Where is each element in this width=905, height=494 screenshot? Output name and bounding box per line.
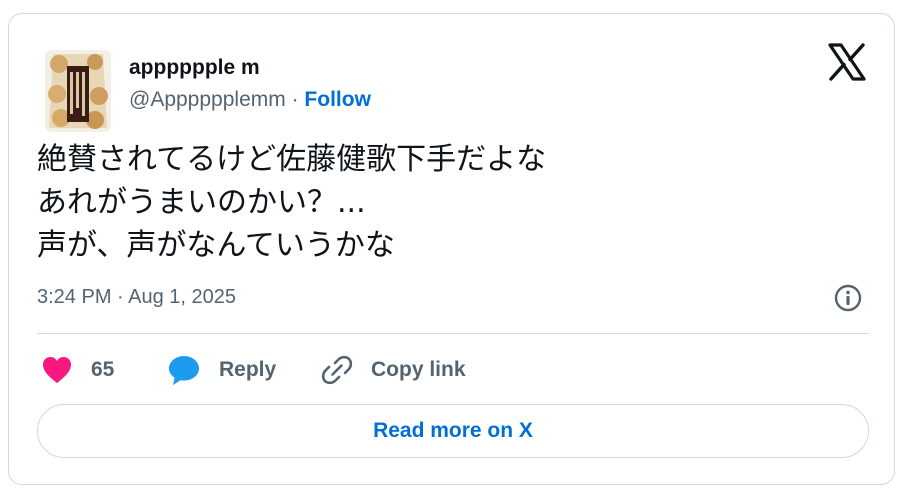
author-handle[interactable]: @Apppppplemm [129, 88, 286, 111]
copy-link-label: Copy link [371, 358, 466, 381]
tweet-text: 絶賛されてるけど佐藤健歌下手だよな あれがうまいのかい？... 声が、声がなんて… [37, 138, 546, 267]
speech-bubble-icon [169, 356, 199, 385]
link-icon [321, 355, 353, 385]
author-handle-row: @Apppppplemm · Follow [129, 88, 371, 112]
avatar-snack-bag-image [45, 50, 111, 132]
tweet-timestamp[interactable]: 3:24 PM · Aug 1, 2025 [37, 286, 236, 309]
author-display-name[interactable]: apppppple m [129, 56, 260, 80]
tweet-text-line: あれがうまいのかい？... [37, 185, 366, 220]
tweet-text-line: 絶賛されてるけど佐藤健歌下手だよな [37, 142, 547, 177]
avatar[interactable] [45, 50, 111, 132]
like-count: 65 [91, 358, 115, 381]
info-icon[interactable] [833, 283, 863, 313]
embedded-tweet-card: apppppple m @Apppppplemm · Follow 絶賛されてる… [8, 13, 895, 485]
handle-separator: · [291, 88, 299, 111]
reply-label: Reply [219, 358, 277, 381]
x-logo-icon[interactable] [827, 42, 867, 82]
follow-button[interactable]: Follow [304, 88, 371, 111]
read-more-on-x-button[interactable]: Read more on X [37, 404, 869, 458]
copy-link-button[interactable]: Copy link [321, 352, 466, 388]
heart-icon [43, 357, 71, 383]
tweet-text-line: 声が、声がなんていうかな [37, 228, 395, 263]
like-button[interactable]: 65 [41, 352, 114, 388]
divider [37, 333, 869, 334]
reply-button[interactable]: Reply [167, 352, 276, 388]
